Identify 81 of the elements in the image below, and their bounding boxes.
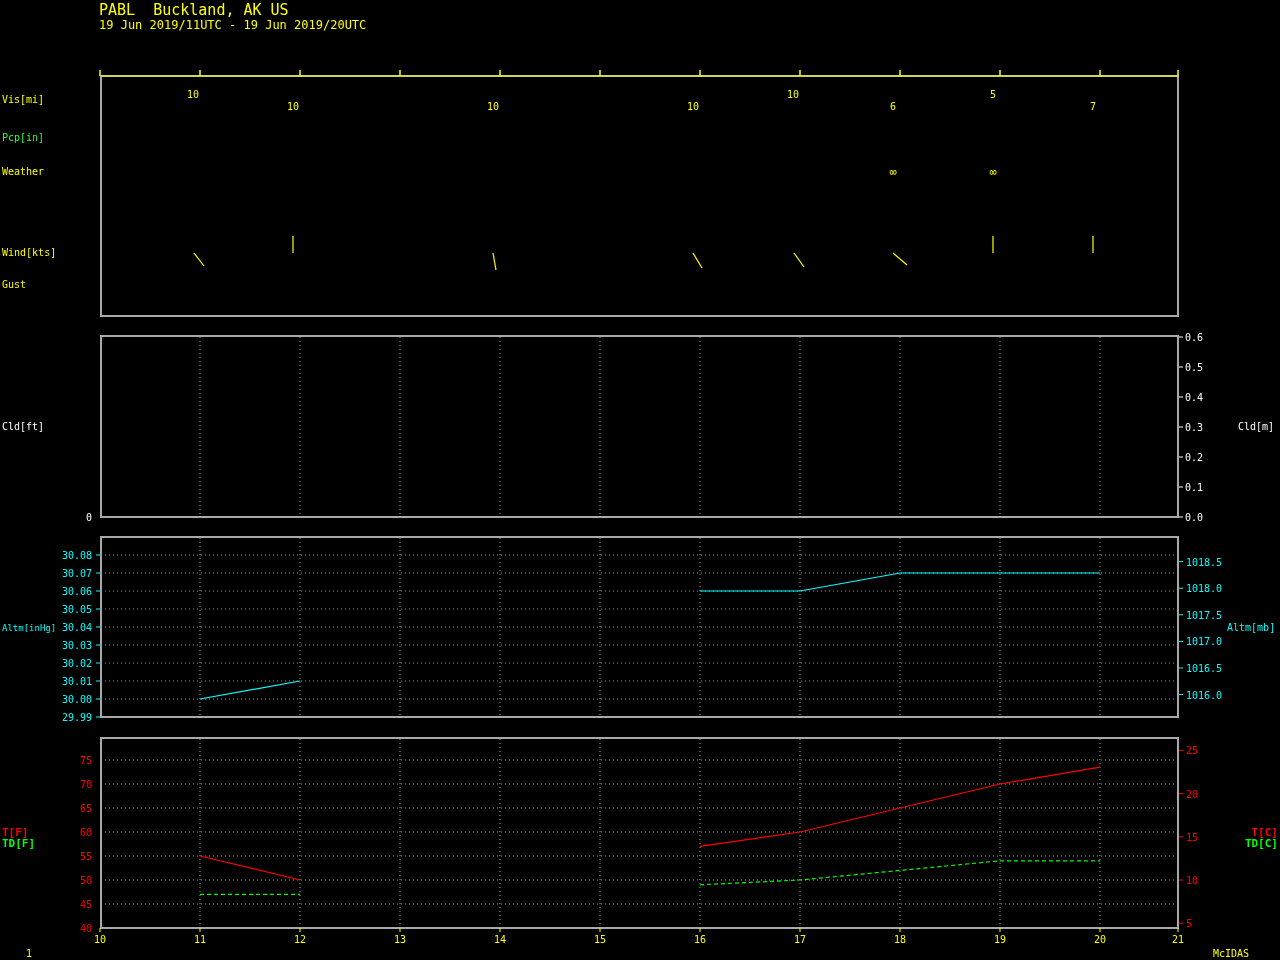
visibility-value: 10	[787, 89, 799, 100]
axis-tick-label: 15	[1186, 831, 1199, 843]
row-label: Gust	[2, 279, 27, 290]
visibility-value: 6	[890, 101, 896, 112]
visibility-value: 10	[687, 101, 699, 112]
axis-tick-label: 0.0	[1185, 512, 1204, 523]
axis-tick-label: 70	[79, 779, 92, 790]
axis-tick-label: 12	[294, 934, 306, 945]
row-label: Wind[kts]	[2, 247, 57, 258]
axis-tick-label: 0.3	[1185, 422, 1204, 433]
axis-tick-label: 1016.5	[1186, 662, 1223, 674]
axis-tick-label: 0	[85, 512, 92, 523]
axis-tick-label: 14	[494, 934, 506, 945]
axis-tick-label: 10	[1186, 875, 1199, 886]
axis-tick-label: 30.08	[61, 550, 92, 561]
wind-barb-icon	[692, 252, 703, 269]
axis-tick-label: 13	[394, 934, 406, 945]
weather-symbol: ∞	[989, 165, 997, 179]
axis-tick-label: 30.07	[61, 568, 92, 579]
row-label: Weather	[2, 166, 45, 177]
axis-label: Altm[mb]	[1227, 622, 1276, 633]
row-label: Pcp[in]	[2, 132, 45, 143]
axis-tick-label: 21	[1172, 934, 1184, 945]
axis-label: Cld[ft]	[2, 421, 45, 432]
axis-label: T[F]	[2, 826, 29, 839]
axis-tick-label: 1017.0	[1186, 636, 1223, 648]
axis-tick-label: 0.1	[1185, 482, 1204, 493]
axis-tick-label: 1018.0	[1186, 583, 1223, 595]
time-period: 19 Jun 2019/11UTC - 19 Jun 2019/20UTC	[99, 19, 368, 31]
axis-label: TD[C]	[1244, 837, 1278, 850]
visibility-value: 10	[487, 101, 499, 112]
axis-tick-label: 29.99	[61, 712, 92, 723]
axis-tick-label: 75	[79, 755, 92, 766]
axis-tick-label: 65	[79, 803, 92, 814]
axis-tick-label: 20	[1186, 788, 1199, 800]
axis-tick-label: 30.04	[61, 622, 92, 633]
axis-label: Altm[inHg]	[2, 623, 57, 633]
axis-tick-label: 30.03	[61, 640, 92, 651]
axis-tick-label: 40	[79, 923, 92, 934]
axis-tick-label: 18	[894, 934, 906, 945]
axis-tick-label: 11	[194, 934, 206, 945]
axis-tick-label: 17	[794, 934, 806, 945]
brand-label: McIDAS	[1213, 948, 1250, 959]
visibility-value: 7	[1090, 101, 1096, 112]
axis-tick-label: 16	[694, 934, 706, 945]
station-title: PABL Buckland, AK US	[99, 3, 290, 18]
wind-barb-icon	[892, 252, 908, 266]
axis-label: T[C]	[1251, 826, 1278, 839]
wind-barb-icon	[492, 252, 497, 271]
axis-tick-label: 5	[1186, 918, 1193, 930]
axis-tick-label: 19	[994, 934, 1006, 945]
visibility-value: 10	[287, 101, 299, 112]
axis-tick-label: 30.06	[61, 586, 92, 597]
visibility-value: 10	[187, 89, 199, 100]
axis-tick-label: 1016.0	[1186, 689, 1223, 701]
axis-label: TD[F]	[2, 837, 36, 850]
axis-tick-label: 50	[79, 875, 92, 886]
axis-tick-label: 30.01	[61, 676, 92, 687]
axis-tick-label: 1018.5	[1186, 556, 1223, 568]
visibility-value: 5	[990, 89, 996, 100]
axis-label: Cld[m]	[1238, 421, 1275, 432]
axis-tick-label: 20	[1094, 934, 1106, 945]
axis-tick-label: 15	[594, 934, 606, 945]
axis-tick-label: 1017.5	[1186, 609, 1223, 621]
axis-tick-label: 30.05	[61, 604, 92, 615]
page-number: 1	[26, 948, 33, 959]
axis-tick-label: 10	[94, 934, 106, 945]
axis-tick-label: 0.4	[1185, 392, 1204, 403]
axis-tick-label: 60	[79, 827, 92, 838]
axis-tick-label: 55	[79, 851, 92, 862]
axis-tick-label: 0.2	[1185, 452, 1204, 463]
axis-tick-label: 30.02	[61, 658, 92, 669]
row-label: Vis[mi]	[2, 94, 45, 105]
wind-barb-icon	[193, 252, 205, 267]
axis-tick-label: 30.00	[61, 694, 92, 705]
axis-tick-label: 45	[79, 899, 92, 910]
wind-barb-icon	[793, 252, 805, 268]
axis-tick-label: 0.5	[1185, 362, 1204, 373]
axis-tick-label: 0.6	[1185, 332, 1204, 343]
axis-tick-label: 25	[1186, 745, 1199, 757]
weather-symbol: ∞	[889, 165, 897, 179]
